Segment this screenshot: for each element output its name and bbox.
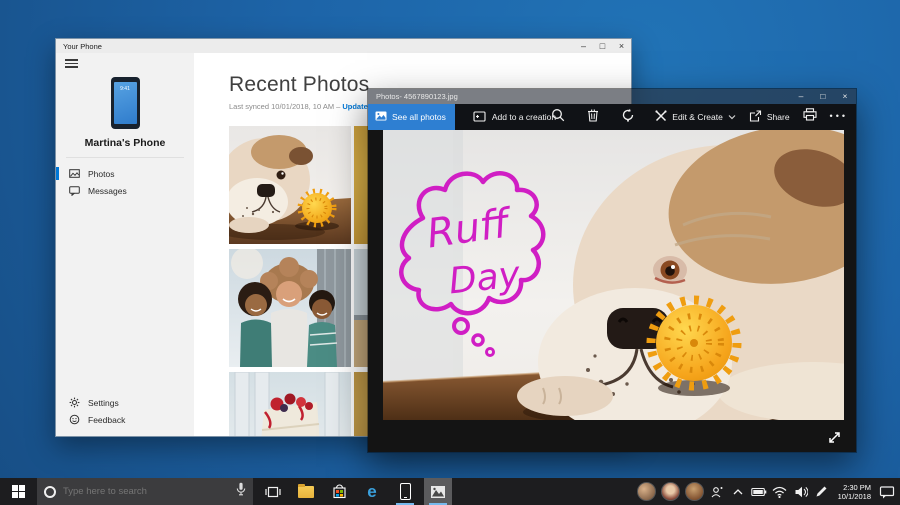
windows-logo-icon bbox=[12, 485, 25, 498]
photos-taskbar-icon[interactable] bbox=[424, 478, 452, 505]
photos-window-title: Photos- 4567890123.jpg bbox=[368, 92, 790, 101]
image-icon bbox=[69, 168, 80, 179]
people-avatar[interactable] bbox=[661, 482, 680, 501]
microsoft-store-icon[interactable] bbox=[325, 478, 353, 505]
delete-icon[interactable] bbox=[587, 108, 599, 127]
photo-thumbnail-cake[interactable] bbox=[229, 372, 351, 436]
close-button[interactable]: × bbox=[834, 89, 856, 104]
photo-view-area: Ruff Day bbox=[368, 130, 856, 452]
share-button[interactable]: Share bbox=[749, 110, 790, 124]
volume-icon[interactable] bbox=[793, 484, 809, 500]
desktop: Your Phone – □ × 9:41 Martina's Phone bbox=[0, 0, 900, 505]
sidebar-item-messages[interactable]: Messages bbox=[56, 182, 194, 199]
people-avatar[interactable] bbox=[637, 482, 656, 501]
annotation-text-line2: Day bbox=[447, 254, 523, 302]
more-options-button[interactable]: ••• bbox=[830, 111, 848, 124]
chevron-down-icon bbox=[728, 112, 736, 122]
sidebar-item-feedback[interactable]: Feedback bbox=[56, 411, 194, 428]
add-to-creation-icon bbox=[473, 111, 486, 124]
photo-thumbnail-dog[interactable] bbox=[229, 126, 351, 244]
add-to-creation-button[interactable]: Add to a creation bbox=[473, 111, 556, 124]
sidebar-divider bbox=[66, 157, 184, 158]
battery-icon[interactable] bbox=[751, 484, 767, 500]
sidebar-item-label: Feedback bbox=[88, 415, 125, 425]
message-icon bbox=[69, 185, 80, 196]
edge-browser-icon[interactable]: e bbox=[358, 478, 386, 505]
device-name: Martina's Phone bbox=[56, 137, 194, 149]
phone-illustration: 9:41 bbox=[56, 77, 194, 129]
photo-thumbnail-family[interactable] bbox=[229, 249, 351, 367]
your-phone-taskbar-icon[interactable] bbox=[391, 478, 419, 505]
maximize-button[interactable]: □ bbox=[593, 39, 612, 53]
edit-create-icon bbox=[655, 110, 667, 124]
sidebar-item-label: Photos bbox=[88, 169, 114, 179]
sidebar-item-label: Settings bbox=[88, 398, 119, 408]
update-link[interactable]: Update bbox=[342, 102, 367, 111]
wifi-icon[interactable] bbox=[772, 484, 788, 500]
photo-library-icon bbox=[375, 111, 387, 123]
taskbar: e bbox=[0, 478, 900, 505]
gear-icon bbox=[69, 397, 80, 408]
feedback-smiley-icon bbox=[69, 414, 80, 425]
search-input[interactable] bbox=[63, 486, 229, 497]
photos-toolbar: See all photos Add to a creation bbox=[368, 104, 856, 130]
taskbar-search[interactable] bbox=[37, 478, 253, 505]
see-all-photos-button[interactable]: See all photos bbox=[368, 104, 455, 130]
show-hidden-icons-chevron[interactable] bbox=[730, 484, 746, 500]
minimize-button[interactable]: – bbox=[574, 39, 593, 53]
cortana-icon bbox=[44, 486, 56, 498]
photos-window: Photos- 4567890123.jpg – □ × See all pho… bbox=[367, 88, 857, 453]
sidebar-item-label: Messages bbox=[88, 186, 127, 196]
main-photo-dog-ruff-day[interactable]: Ruff Day bbox=[383, 130, 844, 420]
phone-clock: 9:41 bbox=[114, 82, 137, 124]
rotate-icon[interactable] bbox=[621, 108, 635, 127]
your-phone-titlebar[interactable]: Your Phone – □ × bbox=[56, 39, 631, 53]
your-phone-window-title: Your Phone bbox=[56, 42, 574, 51]
close-button[interactable]: × bbox=[612, 39, 631, 53]
maximize-button[interactable]: □ bbox=[812, 89, 834, 104]
task-view-button[interactable] bbox=[259, 478, 287, 505]
print-icon[interactable] bbox=[803, 108, 817, 126]
start-button[interactable] bbox=[0, 478, 37, 505]
action-center-icon[interactable] bbox=[879, 484, 895, 500]
sidebar-item-settings[interactable]: Settings bbox=[56, 394, 194, 411]
windows-ink-pen-icon[interactable] bbox=[814, 484, 830, 500]
hamburger-menu-icon[interactable] bbox=[65, 59, 78, 70]
sidebar-item-photos[interactable]: Photos bbox=[56, 165, 194, 182]
photos-titlebar[interactable]: Photos- 4567890123.jpg – □ × bbox=[368, 89, 856, 104]
share-icon bbox=[749, 110, 762, 124]
microphone-icon[interactable] bbox=[236, 482, 246, 501]
zoom-icon[interactable] bbox=[551, 108, 565, 127]
fullscreen-expand-icon[interactable] bbox=[827, 430, 842, 445]
taskbar-clock[interactable]: 2:30 PM 10/1/2018 bbox=[835, 483, 874, 501]
file-explorer-icon[interactable] bbox=[292, 478, 320, 505]
people-avatar[interactable] bbox=[685, 482, 704, 501]
edit-create-button[interactable]: Edit & Create bbox=[655, 110, 736, 124]
people-icon[interactable] bbox=[709, 484, 725, 500]
minimize-button[interactable]: – bbox=[790, 89, 812, 104]
your-phone-sidebar: 9:41 Martina's Phone Photos bbox=[56, 53, 194, 436]
